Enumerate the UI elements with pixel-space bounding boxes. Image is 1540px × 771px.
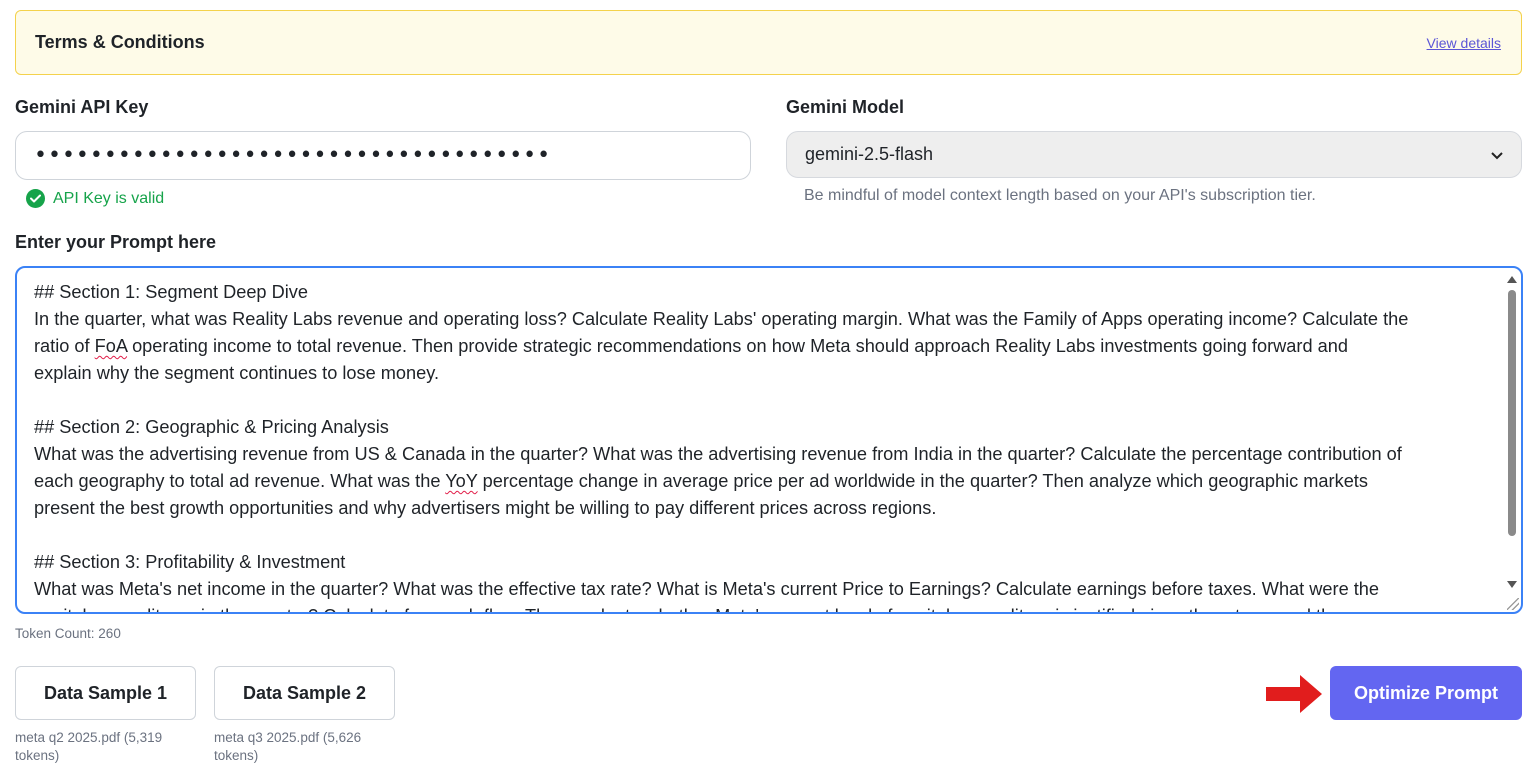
data-sample-2-caption: meta q3 2025.pdf (5,626 tokens) [214,730,362,763]
data-sample-1-button[interactable]: Data Sample 1 [15,666,196,720]
prompt-line: explain why the segment continues to los… [34,363,440,383]
prompt-line: In the quarter, what was Reality Labs re… [34,309,1409,329]
chevron-down-icon [1491,144,1503,165]
prompt-line: ## Section 1: Segment Deep Dive [34,282,308,302]
model-hint: Be mindful of model context length based… [804,187,1316,204]
prompt-line: present the best growth opportunities an… [34,498,937,518]
prompt-textarea[interactable]: ## Section 1: Segment Deep Dive In the q… [15,266,1523,614]
scroll-down-icon[interactable] [1507,581,1517,588]
api-key-label: Gemini API Key [15,97,149,117]
prompt-line: each geography to total ad revenue. What… [34,471,1368,491]
api-key-input[interactable]: ••••••••••••••••••••••••••••••••••••• [15,131,751,180]
resize-handle-icon[interactable] [1507,598,1519,610]
data-sample-2-button[interactable]: Data Sample 2 [214,666,395,720]
prompt-line: ## Section 3: Profitability & Investment [34,552,346,572]
api-key-status: API Key is valid [26,189,164,208]
prompt-line [34,522,1494,549]
scrollbar-thumb[interactable] [1508,290,1516,536]
prompt-line: What was the advertising revenue from US… [34,444,1402,464]
model-select[interactable]: gemini-2.5-flash [786,131,1522,178]
prompt-text: ## Section 1: Segment Deep Dive In the q… [34,279,1494,612]
prompt-line: capital expenditures in the quarter? Cal… [34,603,1494,612]
view-details-link[interactable]: View details [1427,35,1501,51]
spellcheck-flag: YoY [445,471,478,491]
check-circle-icon [26,189,45,208]
prompt-line: ## Section 2: Geographic & Pricing Analy… [34,417,389,437]
terms-banner: Terms & Conditions View details [15,10,1522,75]
optimize-prompt-button[interactable]: Optimize Prompt [1330,666,1522,720]
model-selected-value: gemini-2.5-flash [805,144,934,164]
api-key-status-text: API Key is valid [53,189,165,207]
textarea-scrollbar[interactable] [1505,270,1519,610]
terms-title: Terms & Conditions [35,32,205,52]
model-label: Gemini Model [786,97,905,117]
right-arrow-icon [1266,675,1322,713]
token-count: Token Count: 260 [15,626,121,641]
scroll-up-icon[interactable] [1507,276,1517,283]
prompt-label: Enter your Prompt here [15,232,217,252]
prompt-line [34,387,1494,414]
spellcheck-flag: FoA [94,336,128,356]
prompt-line: ratio of FoA operating income to total r… [34,336,1348,356]
prompt-line: What was Meta's net income in the quarte… [34,579,1380,599]
data-sample-1-caption: meta q2 2025.pdf (5,319 tokens) [15,730,163,763]
